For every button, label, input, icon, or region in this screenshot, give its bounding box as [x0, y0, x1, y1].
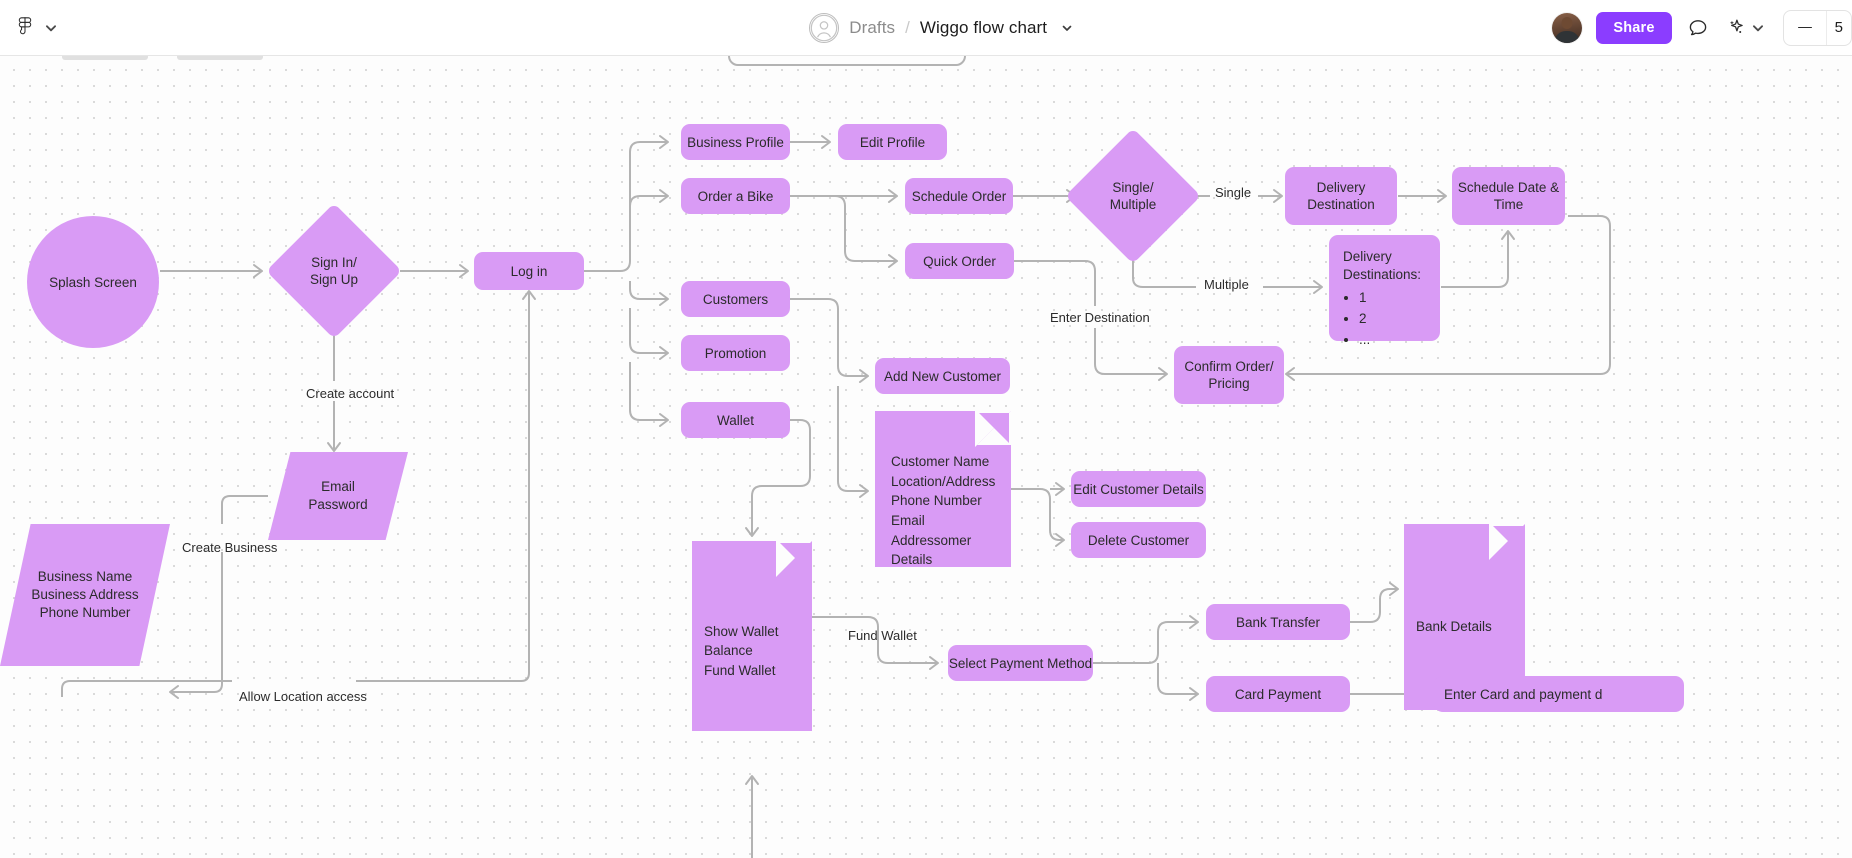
node-edit-profile-label: Edit Profile [859, 134, 926, 150]
node-customer-details[interactable]: Customer Name Location/Address Phone Num… [875, 411, 1011, 567]
node-customers[interactable]: Customers [681, 281, 790, 317]
node-card-payment-label: Card Payment [1234, 686, 1322, 702]
node-card-payment[interactable]: Card Payment [1206, 676, 1350, 712]
node-layer: Splash Screen Sign In/ Sign Up Log in Em… [0, 56, 1852, 858]
edge-label-create-account: Create account [306, 386, 395, 401]
zoom-out-button[interactable] [1784, 11, 1826, 45]
node-wallet-label: Wallet [716, 412, 754, 428]
node-wallet[interactable]: Wallet [681, 402, 790, 438]
node-sign-in-sign-up[interactable]: Sign In/ Sign Up [266, 203, 402, 339]
node-splash-screen-label: Splash Screen [49, 274, 137, 290]
folded-corner-flap [1493, 526, 1523, 556]
minus-icon [1797, 26, 1812, 29]
folded-corner-flap [780, 543, 810, 573]
delivery-destinations-items: 1 2 ... [1359, 288, 1428, 351]
main-menu-chevron-down-icon[interactable] [44, 21, 58, 35]
node-sign-in-sign-up-label: Sign In/ Sign Up [309, 255, 359, 287]
edge-label-fund-wallet: Fund Wallet [848, 628, 917, 643]
node-delivery-destination-label: Delivery Destination [1307, 180, 1375, 212]
node-select-payment-method[interactable]: Select Payment Method [948, 645, 1093, 681]
node-show-wallet-balance-label: Show Wallet Balance Fund Wallet [704, 623, 779, 678]
node-delete-customer-label: Delete Customer [1087, 532, 1190, 548]
comment-bubble-glyph [1689, 19, 1706, 35]
edge-label-single: Single [1215, 185, 1252, 200]
avatar-body [1554, 30, 1581, 43]
design-canvas[interactable]: Splash Screen Sign In/ Sign Up Log in Em… [0, 56, 1852, 858]
node-customers-label: Customers [702, 291, 769, 307]
breadcrumb-project[interactable]: Drafts [849, 18, 895, 38]
node-bank-transfer-label: Bank Transfer [1235, 614, 1321, 630]
figma-logo-glyph [18, 16, 32, 34]
node-enter-card-payment-label: Enter Card and payment d [1444, 686, 1603, 702]
node-log-in-label: Log in [510, 263, 548, 279]
node-confirm-order-pricing[interactable]: Confirm Order/ Pricing [1174, 346, 1284, 404]
figma-logo-icon[interactable] [14, 15, 36, 41]
node-delivery-destination[interactable]: Delivery Destination [1285, 167, 1397, 225]
toolbar-right-group: Share 5 [1552, 9, 1852, 46]
node-delete-customer[interactable]: Delete Customer [1071, 522, 1206, 558]
ai-menu[interactable] [1724, 16, 1765, 40]
node-edit-customer-details-label: Edit Customer Details [1073, 481, 1204, 497]
app-toolbar: Drafts / Wiggo flow chart Share 5 [0, 0, 1852, 56]
comment-bubble-icon[interactable] [1686, 16, 1710, 40]
node-promotion-label: Promotion [704, 345, 767, 361]
node-edit-profile[interactable]: Edit Profile [838, 124, 947, 160]
user-circle-glyph [810, 14, 838, 41]
node-add-new-customer-label: Add New Customer [883, 368, 1002, 384]
edge-label-enter-destination: Enter Destination [1050, 310, 1150, 325]
node-show-wallet-balance[interactable]: Show Wallet Balance Fund Wallet [692, 541, 812, 731]
folded-corner-flap [979, 413, 1009, 443]
node-schedule-order-label: Schedule Order [911, 188, 1007, 204]
share-button[interactable]: Share [1596, 11, 1672, 44]
node-enter-card-payment[interactable]: Enter Card and payment d [1434, 676, 1684, 712]
edge-label-allow-location-access: Allow Location access [239, 689, 367, 704]
toolbar-left-group [0, 15, 330, 41]
node-single-multiple-label: Single/ Multiple [1109, 180, 1157, 212]
node-business-info-label: Business Name Business Address Phone Num… [31, 568, 139, 621]
breadcrumb-separator: / [905, 17, 910, 37]
node-customer-details-label: Customer Name Location/Address Phone Num… [891, 454, 996, 568]
node-bank-transfer[interactable]: Bank Transfer [1206, 604, 1350, 640]
breadcrumb: Drafts / Wiggo flow chart [330, 12, 1552, 43]
zoom-level-value[interactable]: 5 [1825, 10, 1851, 45]
node-edit-customer-details[interactable]: Edit Customer Details [1071, 471, 1206, 507]
node-email-password-label: Email Password [308, 478, 368, 512]
node-splash-screen[interactable]: Splash Screen [27, 216, 159, 348]
node-select-payment-method-label: Select Payment Method [948, 655, 1093, 671]
page-title[interactable]: Wiggo flow chart [920, 18, 1047, 38]
zoom-control: 5 [1782, 9, 1852, 46]
ai-sparkle-icon[interactable] [1724, 16, 1748, 40]
edge-label-multiple: Multiple [1204, 277, 1249, 292]
list-item: ... [1359, 330, 1428, 351]
node-email-password[interactable]: Email Password [268, 452, 408, 540]
edge-label-create-business: Create Business [182, 540, 278, 555]
list-item: 2 [1359, 309, 1428, 330]
node-delivery-destinations-title: Delivery Destinations: [1343, 249, 1422, 282]
node-quick-order[interactable]: Quick Order [905, 243, 1014, 279]
node-single-multiple[interactable]: Single/ Multiple [1065, 128, 1201, 264]
node-order-a-bike-label: Order a Bike [697, 188, 774, 204]
node-add-new-customer[interactable]: Add New Customer [875, 358, 1010, 394]
node-quick-order-label: Quick Order [923, 253, 996, 269]
node-log-in[interactable]: Log in [474, 252, 584, 290]
node-bank-details-label: Bank Details [1416, 619, 1492, 635]
node-schedule-date-time-label: Schedule Date & Time [1457, 180, 1560, 212]
list-item: 1 [1359, 288, 1428, 309]
node-promotion[interactable]: Promotion [681, 335, 790, 371]
node-confirm-order-pricing-label: Confirm Order/ Pricing [1184, 359, 1274, 391]
node-schedule-date-time[interactable]: Schedule Date & Time [1452, 167, 1565, 225]
avatar[interactable] [1552, 12, 1583, 43]
node-business-profile-label: Business Profile [687, 134, 784, 150]
node-business-info[interactable]: Business Name Business Address Phone Num… [0, 524, 170, 666]
node-schedule-order[interactable]: Schedule Order [905, 178, 1013, 214]
avatar-head [1561, 16, 1573, 29]
node-order-a-bike[interactable]: Order a Bike [681, 178, 790, 214]
ai-sparkle-glyph [1729, 19, 1743, 33]
user-circle-icon [809, 12, 840, 43]
node-business-profile[interactable]: Business Profile [681, 124, 790, 160]
node-delivery-destinations-list[interactable]: Delivery Destinations: 1 2 ... [1329, 235, 1440, 347]
file-menu-chevron-down-icon[interactable] [1057, 20, 1073, 36]
ai-chevron-down-icon[interactable] [1751, 21, 1765, 35]
